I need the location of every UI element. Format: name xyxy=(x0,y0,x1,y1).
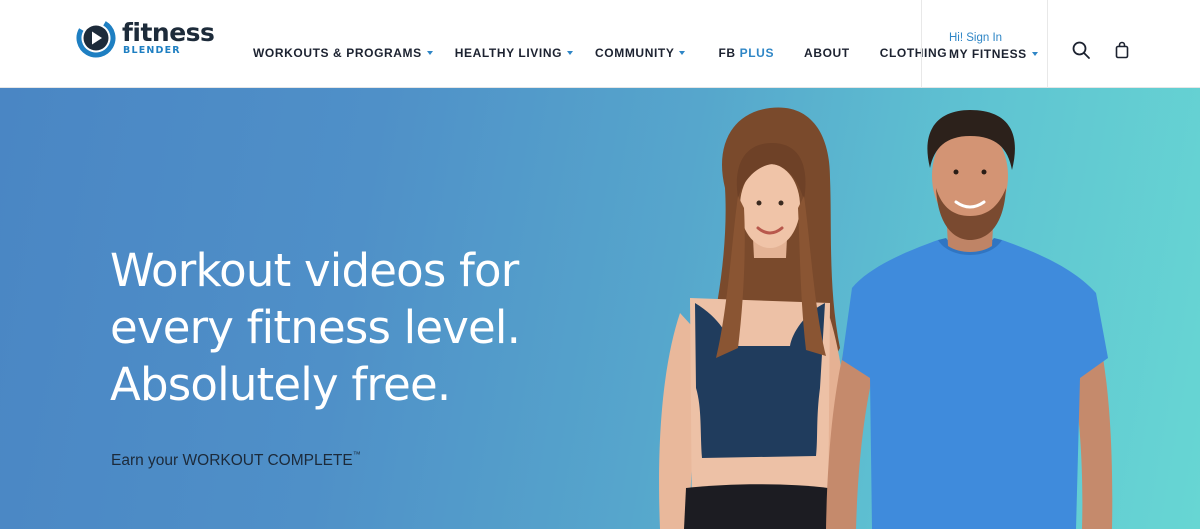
trainers-photo xyxy=(659,107,1113,529)
nav-workouts-programs[interactable]: WORKOUTS & PROGRAMS xyxy=(253,46,433,60)
man-trainer xyxy=(826,110,1113,529)
nav-label: HEALTHY LIVING xyxy=(454,46,563,60)
my-fitness-label: MY FITNESS xyxy=(949,47,1027,61)
nav-fb-plus[interactable]: FB PLUS xyxy=(718,46,774,60)
my-fitness-dropdown[interactable]: MY FITNESS xyxy=(949,46,1038,62)
site-header: fitness BLENDER WORKOUTS & PROGRAMS HEAL… xyxy=(0,0,1200,88)
headline-line: Workout videos for xyxy=(110,244,519,297)
nav-label: WORKOUTS & PROGRAMS xyxy=(253,46,422,60)
nav-label: FB xyxy=(718,46,736,60)
caret-down-icon xyxy=(679,51,686,55)
headline-line: Absolutely free. xyxy=(110,358,451,411)
hero-tagline: Earn your WORKOUT COMPLETE™ xyxy=(111,450,361,470)
caret-down-icon xyxy=(567,51,574,55)
caret-down-icon xyxy=(426,51,433,55)
hero-banner: Workout videos for every fitness level. … xyxy=(0,88,1200,529)
nav-healthy-living[interactable]: HEALTHY LIVING xyxy=(454,46,574,60)
hero-headline: Workout videos for every fitness level. … xyxy=(110,242,521,413)
header-divider xyxy=(1047,0,1048,88)
logo-play-icon xyxy=(76,18,116,58)
logo-wordmark: fitness xyxy=(122,18,215,47)
nav-about[interactable]: ABOUT xyxy=(804,46,850,60)
shopping-bag-icon[interactable] xyxy=(1112,40,1132,60)
nav-clothing[interactable]: CLOTHING xyxy=(880,46,947,60)
woman-trainer xyxy=(659,107,849,529)
trademark-mark: ™ xyxy=(352,450,361,459)
caret-down-icon xyxy=(1031,52,1038,56)
main-nav: WORKOUTS & PROGRAMS HEALTHY LIVING COMMU… xyxy=(253,46,947,60)
headline-line: every fitness level. xyxy=(110,301,521,354)
nav-label: ABOUT xyxy=(804,46,850,60)
account-menu[interactable]: Hi! Sign In MY FITNESS xyxy=(949,31,1038,62)
nav-community[interactable]: COMMUNITY xyxy=(595,46,686,60)
sign-in-link[interactable]: Hi! Sign In xyxy=(949,31,1038,45)
tagline-text: Earn your WORKOUT COMPLETE xyxy=(111,452,353,470)
logo-subtitle: BLENDER xyxy=(123,45,181,56)
nav-label: CLOTHING xyxy=(879,46,948,60)
nav-label: COMMUNITY xyxy=(595,46,675,60)
nav-label-accent: PLUS xyxy=(739,46,775,60)
header-divider xyxy=(921,0,922,88)
search-icon[interactable] xyxy=(1071,40,1091,60)
fitness-blender-logo[interactable]: fitness BLENDER xyxy=(76,18,215,60)
